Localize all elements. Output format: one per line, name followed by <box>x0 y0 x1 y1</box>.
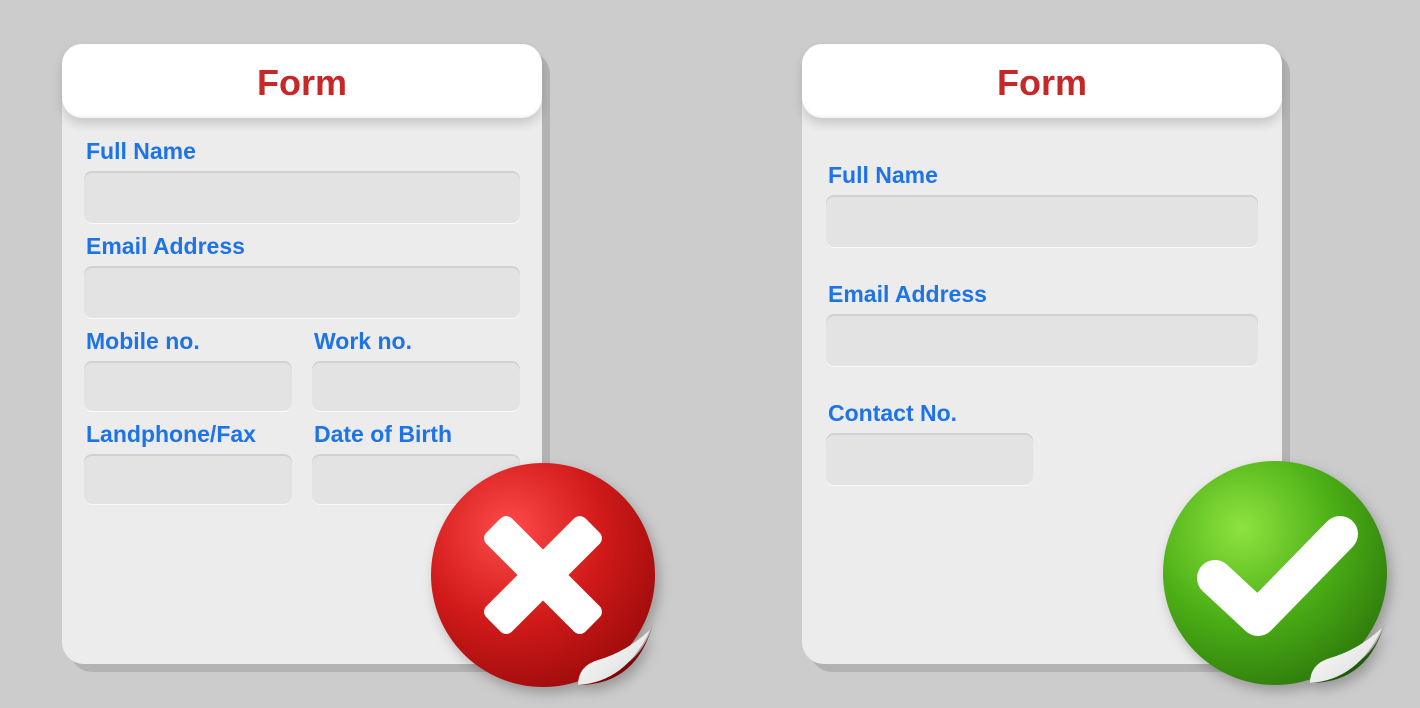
correct-badge <box>1160 458 1390 688</box>
form-title: Form <box>802 44 1282 118</box>
label-full-name: Full Name <box>86 138 520 165</box>
field-landphone-fax: Landphone/Fax <box>84 421 292 504</box>
label-contact: Contact No. <box>828 400 1258 427</box>
input-email[interactable] <box>84 266 520 318</box>
label-work: Work no. <box>314 328 520 355</box>
comparison-diagram: Form Full Name Email Address Mobile no. … <box>0 0 1420 708</box>
input-work[interactable] <box>312 361 520 411</box>
field-email: Email Address <box>84 233 520 318</box>
input-mobile[interactable] <box>84 361 292 411</box>
field-mobile: Mobile no. <box>84 328 292 411</box>
label-dob: Date of Birth <box>314 421 520 448</box>
cross-icon <box>428 460 658 690</box>
field-email: Email Address <box>826 281 1258 366</box>
form-title: Form <box>62 44 542 118</box>
label-full-name: Full Name <box>828 162 1258 189</box>
check-icon <box>1160 458 1390 688</box>
field-work: Work no. <box>312 328 520 411</box>
label-email: Email Address <box>828 281 1258 308</box>
input-full-name[interactable] <box>84 171 520 223</box>
input-email[interactable] <box>826 314 1258 366</box>
input-landphone-fax[interactable] <box>84 454 292 504</box>
input-contact[interactable] <box>826 433 1033 485</box>
field-full-name: Full Name <box>84 138 520 223</box>
label-email: Email Address <box>86 233 520 260</box>
label-mobile: Mobile no. <box>86 328 292 355</box>
incorrect-badge <box>428 460 658 690</box>
input-full-name[interactable] <box>826 195 1258 247</box>
label-landphone-fax: Landphone/Fax <box>86 421 292 448</box>
field-full-name: Full Name <box>826 162 1258 247</box>
